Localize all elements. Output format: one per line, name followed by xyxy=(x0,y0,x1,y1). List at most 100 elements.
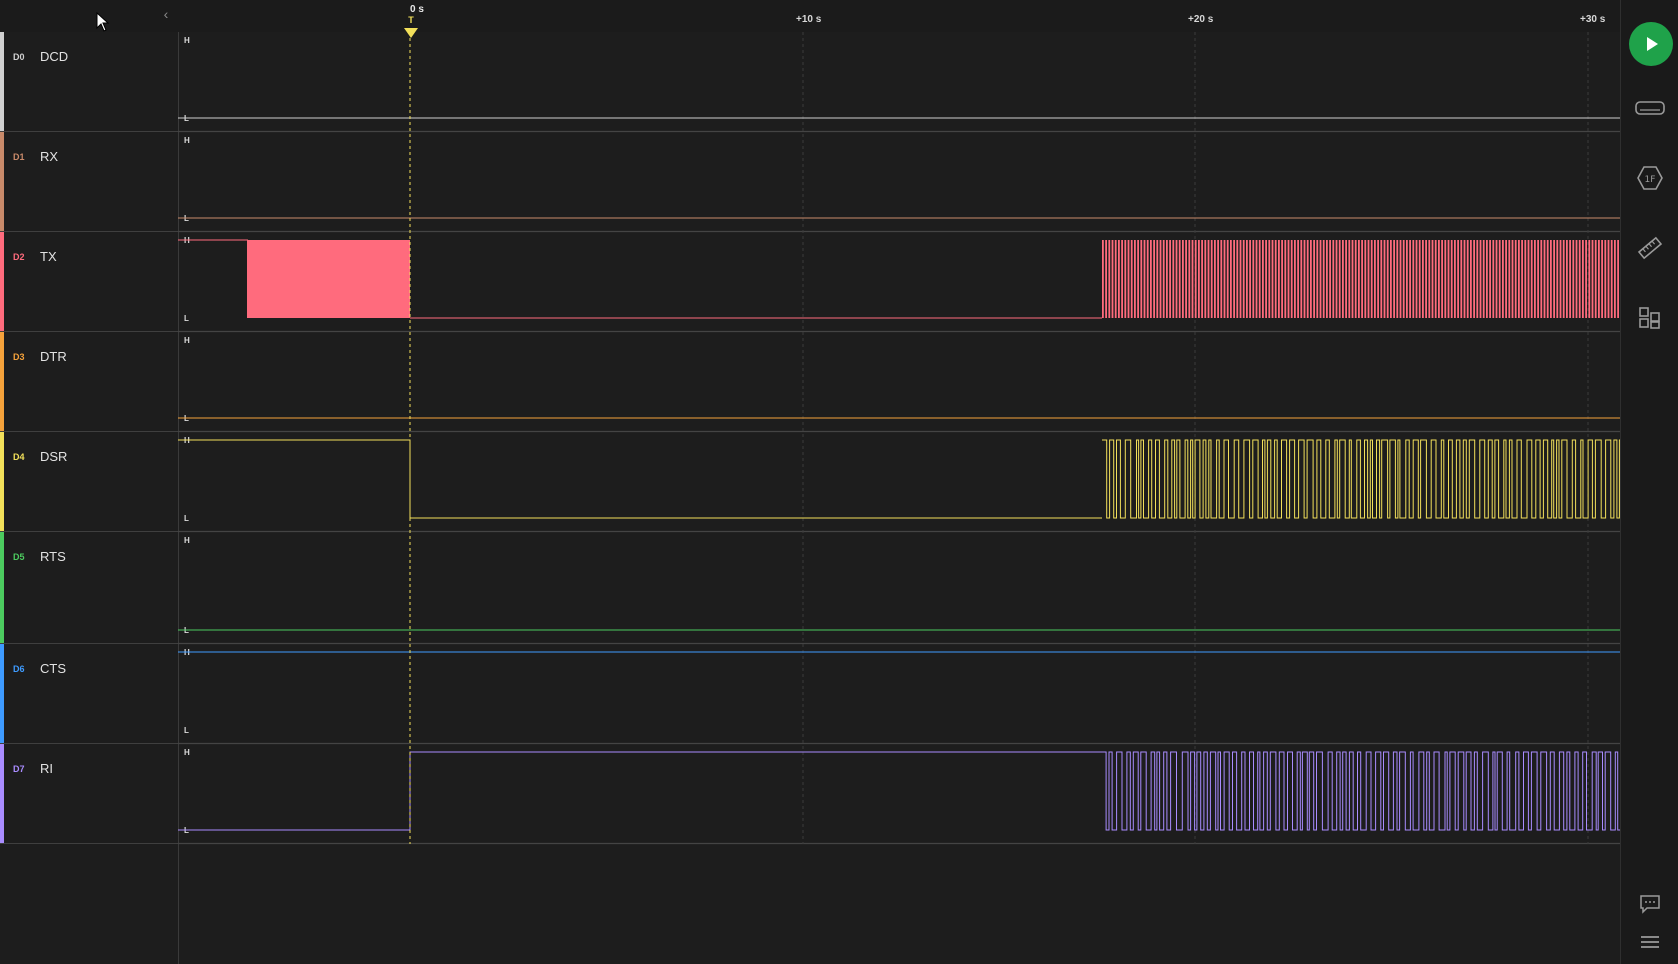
channel-color-stripe xyxy=(0,132,4,231)
main-menu-button[interactable] xyxy=(1630,922,1670,962)
signal-pulse xyxy=(1444,240,1447,318)
trigger-flag-label: T xyxy=(408,15,414,25)
signal-pulse xyxy=(1258,240,1261,318)
channel-index: D6 xyxy=(13,664,25,674)
signal-pulse xyxy=(1578,240,1581,318)
signal-trace xyxy=(178,751,1102,831)
signal-pulse xyxy=(1489,240,1491,318)
level-high-marker: H xyxy=(184,36,190,45)
signal-pulse xyxy=(1553,240,1555,318)
signal-pulse xyxy=(1246,240,1248,318)
signal-pulse xyxy=(1233,240,1235,318)
signal-pulse xyxy=(1508,240,1511,318)
signal-pulse xyxy=(1182,240,1184,318)
signal-pulse xyxy=(1300,240,1303,318)
signal-dense-block xyxy=(247,240,410,318)
signal-pulse xyxy=(1527,240,1530,318)
channel-color-stripe xyxy=(0,332,4,431)
signal-pulse xyxy=(1466,240,1469,318)
signal-pulse xyxy=(1364,240,1367,318)
channel-row-d7[interactable]: D7 RI xyxy=(0,744,178,844)
signal-pulse xyxy=(1402,240,1405,318)
signal-pulse xyxy=(1351,240,1354,318)
signal-pulse xyxy=(1550,240,1552,318)
channel-row-d4[interactable]: D4 DSR xyxy=(0,432,178,532)
signal-pulse xyxy=(1313,240,1315,318)
channel-row-d2[interactable]: D2 TX xyxy=(0,232,178,332)
channel-index: D4 xyxy=(13,452,25,462)
channel-color-stripe xyxy=(0,432,4,531)
collapse-panel-icon[interactable]: ‹ xyxy=(158,6,174,22)
signal-pulse xyxy=(1294,240,1296,318)
signal-pulse xyxy=(1150,240,1152,318)
level-low-marker: L xyxy=(184,726,189,735)
signal-pulse xyxy=(1239,240,1242,318)
signal-pulse xyxy=(1540,240,1543,318)
signal-pulse xyxy=(1514,240,1517,318)
signal-trace xyxy=(178,439,1102,519)
signal-pulse xyxy=(1137,240,1139,318)
signal-pulse xyxy=(1242,240,1245,318)
signal-pulse xyxy=(1335,240,1338,318)
channel-row-d5[interactable]: D5 RTS xyxy=(0,532,178,644)
notes-button[interactable] xyxy=(1630,884,1670,924)
signal-pulse xyxy=(1572,240,1575,318)
signal-pulse xyxy=(1124,240,1127,318)
time-tick-label: +10 s xyxy=(796,14,822,25)
signal-pulse xyxy=(1566,240,1568,318)
level-low-marker: L xyxy=(184,314,189,323)
channel-row-d3[interactable]: D3 DTR xyxy=(0,332,178,432)
channel-name: CTS xyxy=(40,661,66,676)
signal-pulse xyxy=(1476,240,1479,318)
signal-pulse xyxy=(1236,240,1239,318)
signal-pulse xyxy=(1105,240,1107,318)
signal-pulse xyxy=(1230,240,1232,318)
logic-analyzer-window: ‹ 0 s T +10 s +20 s +30 s D0 DCD D1 RX D… xyxy=(0,0,1678,964)
start-capture-button[interactable] xyxy=(1629,22,1673,66)
signal-pulse xyxy=(1498,240,1501,318)
waveform-area[interactable]: HLHLHLHLHLHLHLHL xyxy=(178,32,1620,964)
signal-pulse xyxy=(1367,240,1370,318)
signal-burst xyxy=(1102,751,1620,831)
channel-name: TX xyxy=(40,249,57,264)
signal-pulse xyxy=(1185,240,1187,318)
channel-index: D0 xyxy=(13,52,25,62)
signal-pulse xyxy=(1505,240,1507,318)
signal-pulse xyxy=(1610,240,1613,318)
channel-row-d0[interactable]: D0 DCD xyxy=(0,32,178,132)
channel-row-d1[interactable]: D1 RX xyxy=(0,132,178,232)
signal-pulse xyxy=(1383,240,1386,318)
signal-pulse xyxy=(1102,240,1104,318)
measurements-button[interactable] xyxy=(1630,228,1670,268)
signal-pulse xyxy=(1127,240,1130,318)
signal-pulse xyxy=(1134,240,1136,318)
signal-pulse xyxy=(1188,240,1191,318)
signal-pulse xyxy=(1386,240,1389,318)
signal-pulse xyxy=(1358,240,1360,318)
signal-burst xyxy=(1102,439,1620,519)
channel-row-d6[interactable]: D6 CTS xyxy=(0,644,178,744)
waveform-canvas[interactable]: HLHLHLHLHLHLHLHL xyxy=(178,32,1620,964)
signal-pulse xyxy=(1588,240,1591,318)
signal-pulse xyxy=(1502,240,1504,318)
signal-pulse xyxy=(1159,240,1162,318)
signal-pulse xyxy=(1601,240,1603,318)
signal-pulse xyxy=(1428,240,1431,318)
signal-pulse xyxy=(1598,240,1600,318)
signal-pulse xyxy=(1374,240,1376,318)
right-toolbar: 1F xyxy=(1620,0,1678,964)
signal-pulse xyxy=(1345,240,1347,318)
signal-pulse xyxy=(1482,240,1485,318)
signal-pulse xyxy=(1438,240,1440,318)
time-ruler[interactable]: ‹ 0 s T +10 s +20 s +30 s xyxy=(0,0,1620,38)
trigger-time-label: 0 s xyxy=(410,4,424,15)
channel-view-button[interactable] xyxy=(1630,88,1670,128)
signal-pulse xyxy=(1268,240,1271,318)
extensions-button[interactable] xyxy=(1630,298,1670,338)
analyzers-button[interactable]: 1F xyxy=(1630,158,1670,198)
channel-index: D5 xyxy=(13,552,25,562)
signal-pulse xyxy=(1265,240,1267,318)
signal-pulse xyxy=(1422,240,1424,318)
signal-pulse xyxy=(1166,240,1168,318)
signal-pulse xyxy=(1470,240,1472,318)
